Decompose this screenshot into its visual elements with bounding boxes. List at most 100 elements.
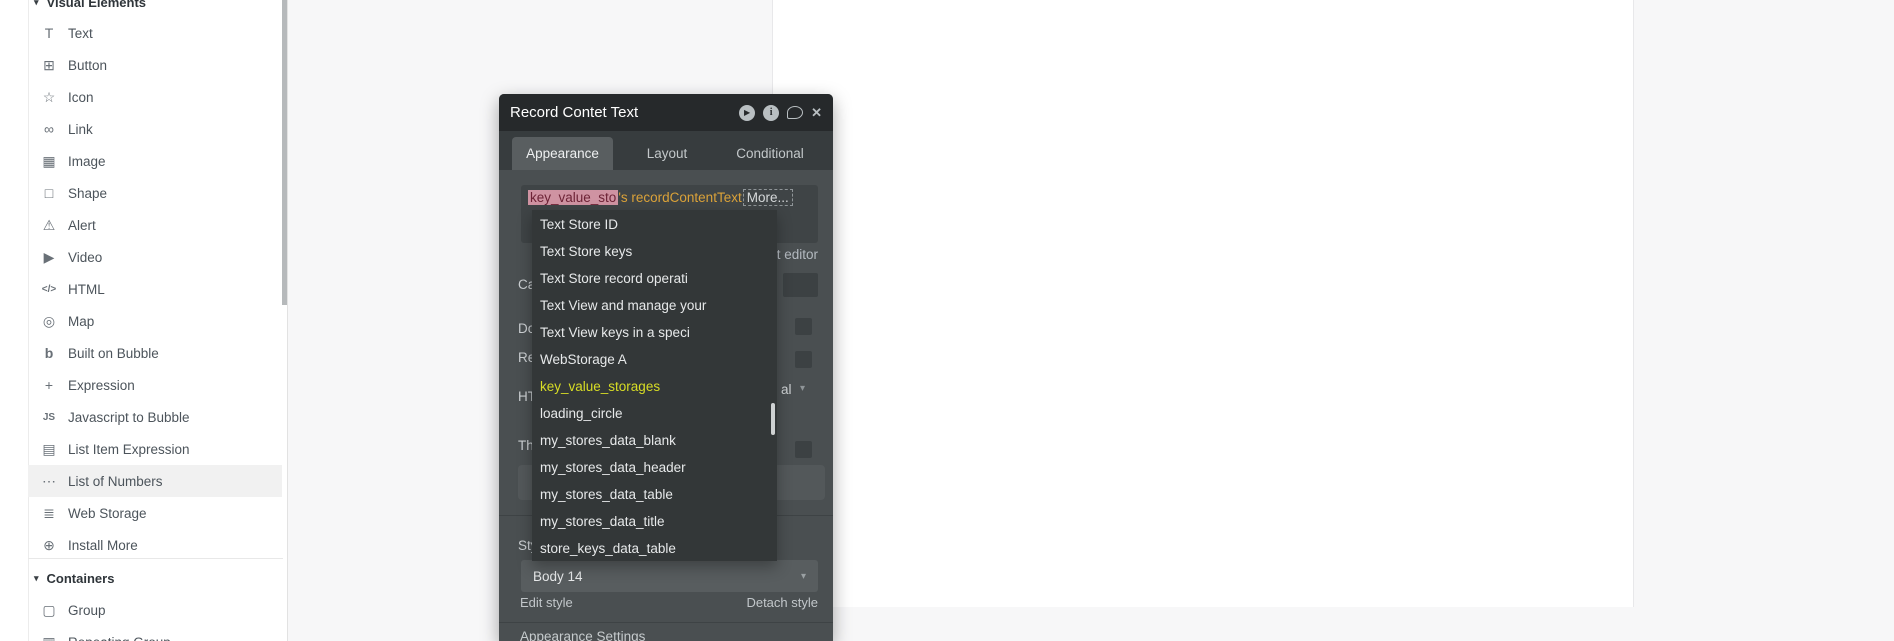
suggestion-item[interactable]: my_stores_data_header	[532, 454, 777, 481]
collapse-triangle-icon: ▾	[34, 0, 39, 8]
sidebar-item-label: Javascript to Bubble	[68, 410, 190, 425]
suggestion-item[interactable]: my_stores_data_blank	[532, 427, 777, 454]
html-tag-dropdown-value[interactable]: al	[781, 382, 792, 397]
sidebar-item-label: Install More	[68, 538, 138, 553]
sidebar-item-label: Image	[68, 154, 106, 169]
sidebar-item-icon[interactable]: ☆ Icon	[28, 81, 282, 113]
sidebar-item-button[interactable]: ⊞ Button	[28, 49, 282, 81]
sidebar-item-alert[interactable]: ⚠ Alert	[28, 209, 282, 241]
suggestion-item[interactable]: Text View keys in a speci	[532, 319, 777, 346]
expression-rest[interactable]: 's recordContentText	[618, 190, 741, 205]
sidebar-item-group[interactable]: ▢ Group	[28, 594, 282, 626]
panel-header[interactable]: Record Contet Text ▶ i ✕	[499, 94, 833, 131]
button-icon: ⊞	[38, 57, 60, 74]
sidebar-item-shape[interactable]: □ Shape	[28, 177, 282, 209]
sidebar-item-list-item-expression[interactable]: ▤List Item Expression	[28, 433, 282, 465]
expression-more-button[interactable]: More...	[743, 189, 793, 206]
section-header-visual-elements[interactable]: ▾ Visual Elements	[34, 0, 146, 12]
collapse-triangle-icon: ▾	[34, 573, 39, 584]
suggestion-item[interactable]: my_stores_data_table	[532, 481, 777, 508]
sidebar-item-label: Link	[68, 122, 93, 137]
style-dropdown[interactable]: Body 14 ▾	[521, 560, 818, 592]
checkbox[interactable]	[795, 351, 812, 368]
sidebar-item-label: Group	[68, 603, 106, 618]
sidebar-item-image[interactable]: ▦ Image	[28, 145, 282, 177]
sidebar-item-label: Icon	[68, 90, 94, 105]
field-control[interactable]	[783, 273, 818, 297]
chevron-down-icon: ▾	[801, 571, 806, 582]
image-icon: ▦	[38, 153, 60, 170]
ellipsis-icon: ⋯	[38, 473, 60, 490]
panel-tab-bar: Appearance Layout Conditional	[499, 131, 833, 170]
sidebar-item-text[interactable]: T Text	[28, 17, 282, 49]
code-brackets-icon: </>	[38, 284, 60, 295]
checkbox[interactable]	[795, 441, 812, 458]
tab-conditional[interactable]: Conditional	[715, 137, 825, 170]
suggestion-item[interactable]: Text Store record operati	[532, 265, 777, 292]
sidebar-item-link[interactable]: ∞ Link	[28, 113, 282, 145]
chevron-down-icon: ▾	[800, 383, 805, 394]
suggestion-item[interactable]: WebStorage A	[532, 346, 777, 373]
sidebar-item-expression[interactable]: + Expression	[28, 369, 282, 401]
sidebar-item-label: Expression	[68, 378, 135, 393]
panel-divider	[499, 622, 833, 623]
map-pin-icon: ◎	[38, 313, 60, 330]
suggestion-item-highlighted[interactable]: key_value_storages	[532, 373, 777, 400]
section-header-label: Visual Elements	[47, 0, 146, 10]
autocomplete-dropdown: Text Store ID Text Store keys Text Store…	[532, 210, 777, 561]
video-play-icon: ▶	[38, 249, 60, 266]
sidebar-item-javascript-to-bubble[interactable]: JSJavascript to Bubble	[28, 401, 282, 433]
sidebar-item-label: Shape	[68, 186, 107, 201]
shape-icon: □	[38, 185, 60, 201]
suggestion-item[interactable]: my_stores_data_title	[532, 508, 777, 535]
sidebar-item-label: HTML	[68, 282, 105, 297]
suggestion-item[interactable]: Text Store keys	[532, 238, 777, 265]
suggestion-item[interactable]: Text View and manage your	[532, 292, 777, 319]
sidebar-item-html[interactable]: </> HTML	[28, 273, 282, 305]
sidebar-scrollbar[interactable]	[282, 0, 287, 305]
editor-canvas-page	[772, 0, 1634, 607]
tab-appearance[interactable]: Appearance	[512, 137, 613, 170]
close-icon[interactable]: ✕	[811, 105, 822, 121]
clipboard-icon: ▤	[38, 441, 60, 458]
comment-icon[interactable]	[787, 106, 803, 119]
section-divider	[28, 558, 283, 559]
appearance-settings-label: Appearance Settings	[520, 629, 645, 641]
sidebar-item-map[interactable]: ◎Map	[28, 305, 282, 337]
sidebar-item-install-more[interactable]: ⊕ Install More	[28, 529, 282, 561]
panel-title: Record Contet Text	[510, 104, 638, 121]
suggestion-item[interactable]: store_keys_data_table	[532, 535, 777, 562]
repeating-group-icon: ▥	[38, 634, 60, 641]
expression-selected-token[interactable]: key_value_sto	[528, 190, 618, 205]
sidebar-item-label: Text	[68, 26, 93, 41]
info-icon[interactable]: i	[763, 105, 779, 121]
tab-layout[interactable]: Layout	[612, 137, 722, 170]
sidebar-item-repeating-group[interactable]: ▥ Repeating Group	[28, 626, 282, 641]
sidebar-item-web-storage[interactable]: ≣Web Storage	[28, 497, 282, 529]
detach-style-link[interactable]: Detach style	[746, 595, 818, 610]
section-header-containers[interactable]: ▾ Containers	[34, 568, 114, 588]
sidebar-item-video[interactable]: ▶Video	[28, 241, 282, 273]
preview-play-icon[interactable]: ▶	[739, 105, 755, 121]
sidebar-item-label: Web Storage	[68, 506, 147, 521]
edit-style-link[interactable]: Edit style	[520, 595, 573, 610]
sidebar-item-label: Button	[68, 58, 107, 73]
warning-triangle-icon: ⚠	[38, 217, 60, 234]
plus-icon: +	[38, 377, 60, 393]
sidebar-item-list-of-numbers[interactable]: ⋯List of Numbers	[28, 465, 282, 497]
group-frame-icon: ▢	[38, 602, 60, 619]
star-icon: ☆	[38, 89, 60, 106]
sidebar-item-label: Repeating Group	[68, 635, 171, 641]
section-header-label: Containers	[47, 571, 115, 586]
plus-circle-icon: ⊕	[38, 537, 60, 554]
sidebar-item-built-on-bubble[interactable]: bBuilt on Bubble	[28, 337, 282, 369]
checkbox[interactable]	[795, 318, 812, 335]
suggestion-item[interactable]: Text Store ID	[532, 211, 777, 238]
link-icon: ∞	[38, 121, 60, 137]
bubble-logo-icon: b	[38, 345, 60, 361]
text-icon: T	[38, 25, 60, 41]
dropdown-scrollbar[interactable]	[771, 403, 775, 435]
advanced-text-editor-link[interactable]: xt editor	[770, 247, 818, 262]
suggestion-item[interactable]: loading_circle	[532, 400, 777, 427]
sidebar-item-label: Alert	[68, 218, 96, 233]
